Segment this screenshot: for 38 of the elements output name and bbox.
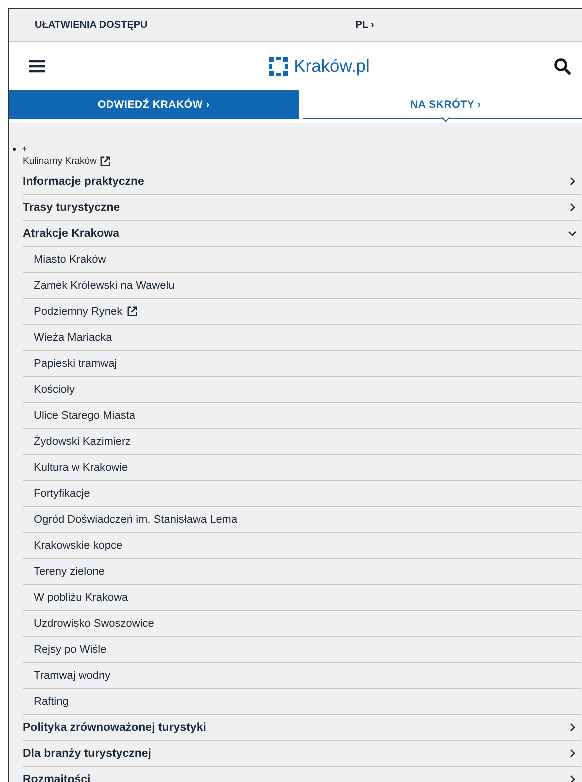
- submenu-link[interactable]: Uzdrowisko Swoszowice: [34, 618, 154, 630]
- submenu-link[interactable]: Papieski tramwaj: [34, 358, 118, 370]
- submenu-link[interactable]: Podziemny Rynek: [34, 306, 123, 318]
- submenu-link[interactable]: Kościoły: [34, 384, 75, 396]
- menu-item-label: Atrakcje Krakowa: [23, 228, 120, 240]
- submenu-link[interactable]: Tramwaj wodny: [34, 670, 111, 682]
- accessibility-link[interactable]: UŁATWIENIA DOSTĘPU: [35, 20, 148, 30]
- menu-item[interactable]: Informacje praktyczne: [23, 169, 581, 195]
- submenu-link[interactable]: Fortyfikacje: [34, 488, 90, 500]
- submenu-link[interactable]: Ulice Starego Miasta: [34, 410, 136, 422]
- menu-icon[interactable]: [29, 60, 45, 72]
- bullet-icon: [13, 148, 16, 150]
- kulinarny-link[interactable]: Kulinarny Kraków: [23, 156, 97, 167]
- submenu-link[interactable]: Ogród Doświadczeń im. Stanisława Lema: [34, 514, 238, 526]
- submenu-link[interactable]: Zamek Królewski na Wawelu: [34, 280, 175, 292]
- submenu-link[interactable]: Żydowski Kazimierz: [34, 436, 132, 448]
- submenu-link[interactable]: Tereny zielone: [34, 566, 105, 578]
- language-link[interactable]: PL ›: [356, 20, 374, 30]
- submenu-link[interactable]: Miasto Kraków: [34, 254, 106, 266]
- plus-text: +: [22, 144, 28, 154]
- submenu-link[interactable]: Krakowskie kopce: [34, 540, 123, 552]
- search-icon[interactable]: [554, 58, 571, 74]
- submenu-link[interactable]: Kultura w Krakowie: [34, 462, 128, 474]
- menu-item-label: Trasy turystyczne: [23, 202, 120, 214]
- submenu-link[interactable]: Wieża Mariacka: [34, 332, 112, 344]
- logo-icon: [269, 56, 288, 76]
- submenu-link[interactable]: Rejsy po Wiśle: [34, 644, 107, 656]
- submenu-link[interactable]: W pobliżu Krakowa: [34, 592, 128, 604]
- menu-item-label: Informacje praktyczne: [23, 176, 144, 188]
- menu-item[interactable]: Dla branży turystycznej: [23, 741, 581, 767]
- menu-item[interactable]: Trasy turystyczne: [23, 195, 581, 221]
- logo-text[interactable]: Kraków.pl: [294, 56, 370, 76]
- menu-item-label: Dla branży turystycznej: [23, 748, 152, 760]
- nav-tab[interactable]: ODWIEDŹ KRAKÓW ›: [9, 90, 299, 119]
- menu-item[interactable]: Atrakcje Krakowa: [23, 221, 581, 247]
- submenu-link[interactable]: Rafting: [34, 696, 69, 708]
- menu-item[interactable]: Polityka zrównoważonej turystyki: [23, 715, 581, 741]
- menu-item-label: Polityka zrównoważonej turystyki: [23, 722, 206, 734]
